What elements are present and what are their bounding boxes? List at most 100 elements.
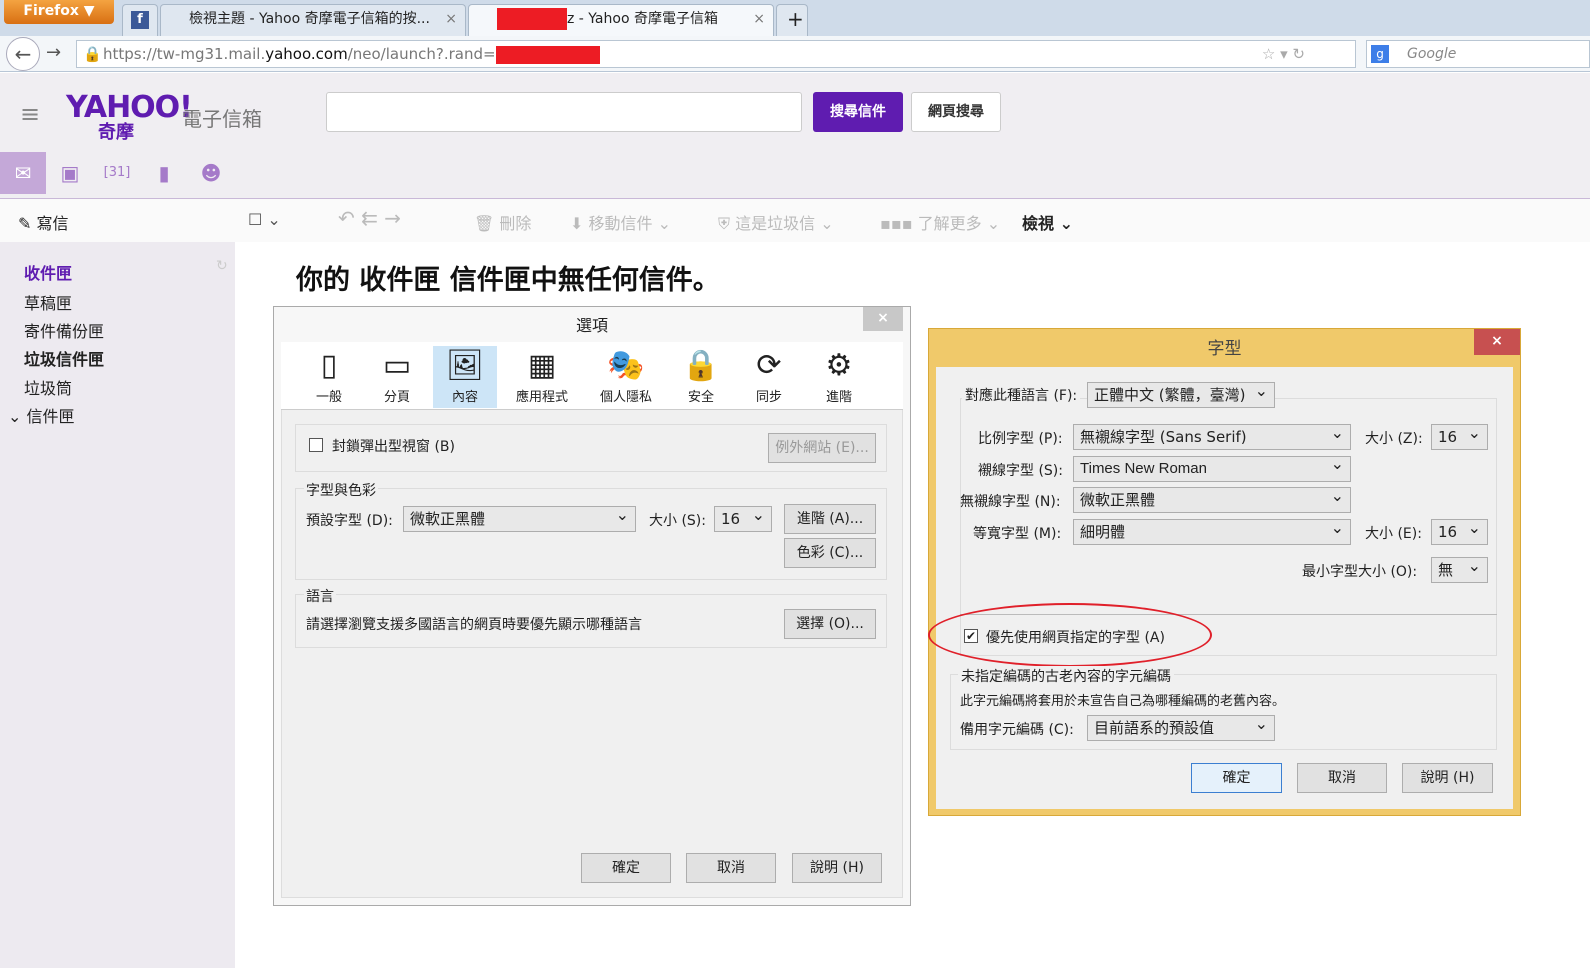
options-tab-general[interactable]: ▯ 一般: [297, 346, 361, 408]
logo-sub: 奇摩: [98, 122, 134, 143]
size-z-label: 大小 (Z):: [1365, 431, 1423, 447]
language-group-label: 語言: [304, 586, 336, 606]
block-popup-checkbox[interactable]: [309, 438, 323, 452]
options-tab-security[interactable]: 🔒 安全: [669, 346, 733, 408]
delete-button[interactable]: 🗑 刪除: [474, 210, 531, 234]
fonts-cancel-button[interactable]: 取消: [1297, 763, 1387, 793]
default-font-label: 預設字型 (D):: [306, 513, 393, 529]
more-icon: ▪▪▪: [880, 214, 913, 233]
spam-label: 這是垃圾信: [735, 214, 816, 233]
prop-label: 比例字型 (P):: [978, 431, 1063, 447]
size-select[interactable]: 16: [714, 503, 772, 532]
exceptions-button[interactable]: 例外網站 (E)...: [768, 433, 876, 463]
search-web-button[interactable]: 網頁搜尋: [911, 92, 1001, 132]
tab-facebook[interactable]: f: [122, 4, 158, 36]
options-title: 選項: [575, 316, 608, 335]
size-e-label: 大小 (E):: [1365, 526, 1422, 542]
move-icon: ⬇: [570, 214, 584, 233]
pencil-icon: ✎: [18, 214, 32, 233]
tab-mail[interactable]: z - Yahoo 奇摩電子信箱 ×: [468, 4, 774, 36]
options-ok-button[interactable]: 確定: [581, 853, 671, 883]
apps-icon: ▦: [527, 348, 557, 383]
mail-icon[interactable]: ✉: [0, 152, 46, 194]
content-icon: 🖼: [445, 348, 485, 383]
view-label: 檢視: [1022, 214, 1055, 233]
folder-trash[interactable]: 垃圾筒: [24, 375, 72, 399]
compose-button[interactable]: ✎ 寫信: [18, 210, 69, 234]
tab-label: 分頁: [383, 390, 410, 405]
new-tab-button[interactable]: +: [776, 4, 808, 36]
tab-label: 同步: [755, 390, 782, 405]
lang-select[interactable]: 正體中文 (繁體，臺灣): [1087, 379, 1275, 408]
encoding-select[interactable]: 目前語系的預設值: [1087, 712, 1275, 741]
folder-group-label: 信件匣: [26, 407, 75, 426]
folder-drafts[interactable]: 草稿匣: [24, 290, 72, 314]
firefox-menu-button[interactable]: Firefox ▼: [4, 0, 114, 24]
view-button[interactable]: 檢視 ⌄: [1022, 210, 1073, 234]
fonts-close-button[interactable]: ×: [1474, 329, 1520, 355]
options-tab-content[interactable]: 🖼 內容: [433, 346, 497, 408]
refresh-icon[interactable]: ↻: [216, 258, 228, 274]
min-size-select[interactable]: 無: [1431, 554, 1488, 583]
forward-button[interactable]: →: [46, 42, 61, 63]
options-tab-privacy[interactable]: 🎭 個人隱私: [589, 346, 663, 408]
size-z-select[interactable]: 16: [1431, 421, 1488, 450]
folder-group[interactable]: ⌄ 信件匣: [8, 403, 75, 427]
facebook-icon: f: [131, 11, 149, 29]
prop-select[interactable]: 無襯線字型 (Sans Serif): [1073, 421, 1351, 450]
back-button[interactable]: ←: [6, 37, 40, 71]
reply-icon[interactable]: ↶ ⇇ →: [338, 206, 401, 230]
bookmark-star-icon[interactable]: ☆ ▾ ↻: [1262, 41, 1305, 67]
fonts-title: 字型: [1207, 339, 1242, 359]
default-font-select[interactable]: 微軟正黑體: [403, 503, 636, 532]
fonts-help-button[interactable]: 說明 (H): [1402, 763, 1493, 793]
options-tab-sync[interactable]: ⟳ 同步: [737, 346, 801, 408]
notepad-icon[interactable]: ▮: [141, 152, 187, 194]
gear-icon: ⚙: [825, 348, 853, 383]
tab-label: 個人隱私: [599, 390, 652, 405]
messenger-icon[interactable]: ☻: [188, 152, 234, 194]
move-button[interactable]: ⬇ 移動信件 ⌄: [570, 210, 671, 234]
url-bar[interactable]: 🔒 https://tw-mg31.mail.yahoo.com/neo/laun…: [76, 40, 1356, 68]
options-tab-apps[interactable]: ▦ 應用程式: [505, 346, 579, 408]
more-button[interactable]: ▪▪▪ 了解更多 ⌄: [880, 210, 1000, 234]
hamburger-menu-icon[interactable]: ≡: [20, 100, 40, 128]
close-tab-icon[interactable]: ×: [753, 5, 765, 33]
shield-icon: ⛨: [718, 214, 731, 233]
options-tab-tabs[interactable]: ▭ 分頁: [365, 346, 429, 408]
mono-select[interactable]: 細明體: [1073, 516, 1351, 545]
fonts-ok-button[interactable]: 確定: [1191, 763, 1282, 793]
redacted: [497, 8, 567, 30]
spam-button[interactable]: ⛨ 這是垃圾信 ⌄: [718, 210, 834, 234]
lang-label: 對應此種語言 (F):: [962, 385, 1081, 405]
options-help-button[interactable]: 說明 (H): [792, 853, 882, 883]
contacts-icon[interactable]: ▣: [47, 152, 93, 194]
sans-select[interactable]: 微軟正黑體: [1073, 484, 1351, 513]
close-tab-icon[interactable]: ×: [445, 5, 457, 33]
folder-spam[interactable]: 垃圾信件匣: [24, 346, 104, 370]
options-tab-advanced[interactable]: ⚙ 進階: [807, 346, 871, 408]
mono-label: 等寬字型 (M):: [973, 526, 1062, 542]
mail-search-input[interactable]: [326, 92, 802, 132]
serif-select[interactable]: Times New Roman: [1073, 453, 1351, 482]
tab-label: 安全: [687, 390, 714, 405]
colors-button[interactable]: 色彩 (C)...: [784, 538, 876, 568]
tab-forum[interactable]: 檢視主題 - Yahoo 奇摩電子信箱的按... ×: [160, 4, 466, 36]
select-all-checkbox[interactable]: ☐ ⌄: [248, 210, 281, 229]
choose-language-button[interactable]: 選擇 (O)...: [784, 609, 876, 639]
folder-sent[interactable]: 寄件備份匣: [24, 318, 104, 342]
more-label: 了解更多: [917, 214, 982, 233]
tab-label: 應用程式: [515, 390, 568, 405]
tab-label: 進階: [825, 390, 852, 405]
mask-icon: 🎭: [607, 348, 645, 383]
folder-inbox[interactable]: 收件匣: [24, 260, 72, 284]
options-cancel-button[interactable]: 取消: [686, 853, 776, 883]
web-search-input[interactable]: g Google: [1366, 40, 1590, 68]
size-e-select[interactable]: 16: [1431, 516, 1488, 545]
product-name: 電子信箱: [182, 107, 262, 131]
calendar-icon[interactable]: [31]: [94, 152, 140, 194]
search-mail-button[interactable]: 搜尋信件: [813, 92, 903, 132]
tab-label: 一般: [315, 390, 342, 405]
options-close-button[interactable]: ×: [863, 307, 903, 331]
advanced-fonts-button[interactable]: 進階 (A)...: [784, 504, 876, 534]
